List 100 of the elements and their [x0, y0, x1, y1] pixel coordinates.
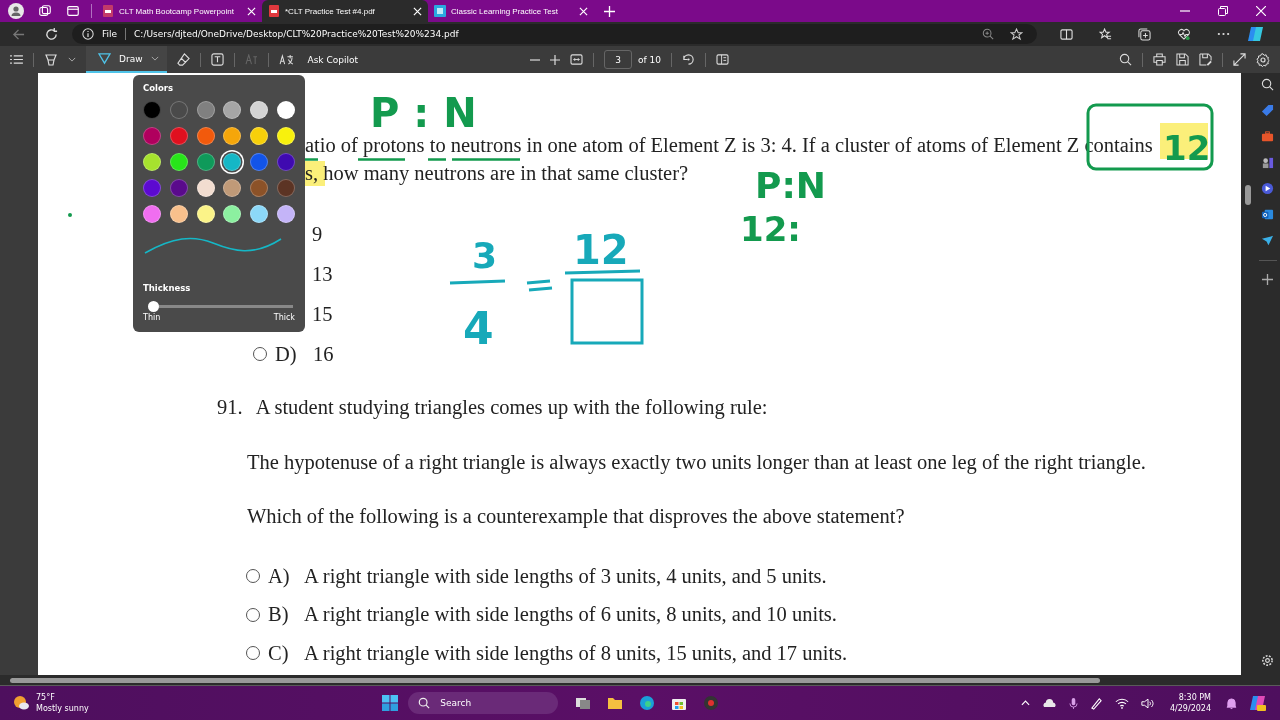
- page-number-field[interactable]: 3: [604, 50, 632, 69]
- copilot-icon[interactable]: [1247, 25, 1265, 43]
- wifi-icon[interactable]: [1114, 697, 1129, 709]
- browser-icon[interactable]: [639, 695, 656, 711]
- chevron-down-icon[interactable]: [68, 57, 76, 62]
- restore-icon[interactable]: [1218, 6, 1228, 16]
- add-icon[interactable]: [1262, 274, 1273, 285]
- color-swatch[interactable]: [250, 179, 269, 197]
- chevron-up-icon[interactable]: [1020, 700, 1030, 706]
- close-icon[interactable]: [413, 6, 422, 16]
- health-icon[interactable]: [1177, 27, 1191, 41]
- weather-icon[interactable]: [12, 695, 30, 711]
- toolbox-icon[interactable]: [1261, 130, 1274, 143]
- color-swatch[interactable]: [169, 101, 188, 119]
- collections-icon[interactable]: [1138, 27, 1151, 41]
- color-swatch[interactable]: [223, 101, 242, 119]
- color-swatch[interactable]: [250, 101, 269, 119]
- color-swatch[interactable]: [277, 101, 295, 119]
- color-swatch[interactable]: [196, 179, 215, 197]
- translate-icon[interactable]: [278, 54, 294, 65]
- play-circle-icon[interactable]: [1261, 182, 1274, 195]
- color-swatch[interactable]: [223, 127, 242, 145]
- rotate-icon[interactable]: [682, 53, 695, 66]
- close-icon[interactable]: [247, 6, 256, 16]
- color-swatch[interactable]: [169, 205, 188, 223]
- search-icon[interactable]: [1261, 78, 1274, 91]
- color-swatch[interactable]: [277, 205, 295, 223]
- color-swatch[interactable]: [143, 179, 161, 197]
- workspaces-icon[interactable]: [38, 4, 52, 18]
- color-swatch[interactable]: [250, 153, 269, 171]
- pen-icon[interactable]: [1089, 696, 1103, 710]
- copilot-icon[interactable]: [1249, 694, 1267, 712]
- microphone-icon[interactable]: [1068, 696, 1078, 710]
- cloud-icon[interactable]: [1041, 698, 1057, 708]
- contents-icon[interactable]: [10, 54, 23, 65]
- eraser-icon[interactable]: [176, 53, 190, 66]
- settings-icon[interactable]: [1261, 654, 1274, 667]
- search-icon: [418, 697, 431, 709]
- color-swatch[interactable]: [277, 179, 295, 197]
- color-swatch[interactable]: [143, 205, 161, 223]
- folder-icon[interactable]: [607, 695, 624, 711]
- settings-icon[interactable]: [1256, 52, 1270, 67]
- task-view-icon[interactable]: [575, 695, 592, 711]
- save-icon[interactable]: [1176, 53, 1189, 66]
- color-swatch[interactable]: [196, 101, 215, 119]
- color-swatch[interactable]: [223, 153, 242, 171]
- ask-copilot-button[interactable]: Ask Copilot: [303, 51, 362, 68]
- color-swatch[interactable]: [223, 205, 242, 223]
- color-swatch[interactable]: [143, 127, 161, 145]
- close-icon[interactable]: [1256, 6, 1266, 16]
- favorites-icon[interactable]: [1099, 27, 1112, 41]
- chess-icon[interactable]: [1261, 156, 1274, 169]
- clock-time[interactable]: 8:30 PM: [1178, 692, 1211, 703]
- color-swatch[interactable]: [223, 179, 242, 197]
- color-swatch[interactable]: [196, 127, 215, 145]
- color-swatch[interactable]: [277, 127, 295, 145]
- fullscreen-icon[interactable]: [1233, 53, 1246, 66]
- star-icon[interactable]: [1010, 27, 1023, 41]
- draw-button[interactable]: Draw: [86, 46, 167, 73]
- split-screen-icon[interactable]: [1060, 27, 1073, 41]
- back-icon[interactable]: [12, 27, 25, 41]
- tab-actions-icon[interactable]: [66, 4, 80, 18]
- save-as-icon[interactable]: [1199, 53, 1212, 66]
- color-swatch[interactable]: [196, 205, 215, 223]
- profile-icon[interactable]: [8, 3, 24, 19]
- print-icon[interactable]: [1153, 53, 1166, 66]
- text-box-icon[interactable]: [210, 53, 224, 66]
- speaker-icon[interactable]: [1140, 697, 1155, 709]
- color-swatch[interactable]: [169, 179, 188, 197]
- close-icon[interactable]: [579, 6, 588, 16]
- page-view-icon[interactable]: [716, 54, 729, 65]
- zoom-in-icon[interactable]: [550, 54, 560, 65]
- clock-date[interactable]: 4/29/2024: [1169, 703, 1211, 714]
- color-swatch[interactable]: [143, 101, 161, 119]
- color-swatch[interactable]: [196, 153, 215, 171]
- bell-icon[interactable]: [1226, 696, 1237, 710]
- start-icon[interactable]: [382, 695, 399, 711]
- color-swatch[interactable]: [277, 153, 295, 171]
- color-swatch[interactable]: [250, 205, 269, 223]
- send-icon[interactable]: [1261, 234, 1274, 247]
- mail-icon[interactable]: [1261, 208, 1274, 221]
- color-swatch[interactable]: [169, 127, 188, 145]
- zoom-icon[interactable]: [982, 28, 994, 40]
- temperature-text: 75°F: [36, 692, 56, 703]
- browser-tab[interactable]: *CLT Practice Test #4.pdf: [262, 0, 428, 22]
- refresh-icon[interactable]: [45, 27, 58, 41]
- tag-icon[interactable]: [1261, 104, 1274, 117]
- fit-page-icon[interactable]: [570, 54, 583, 65]
- taskbar-search-field[interactable]: Search: [408, 692, 559, 714]
- browser-tab[interactable]: CLT Math Bootcamp Powerpoint: [96, 0, 262, 22]
- browser-tab[interactable]: Classic Learning Practice Test: [428, 0, 594, 22]
- color-swatch[interactable]: [143, 153, 161, 171]
- search-icon[interactable]: [1119, 53, 1132, 66]
- color-swatch[interactable]: [169, 153, 188, 171]
- more-icon[interactable]: [1217, 32, 1230, 36]
- color-swatch[interactable]: [250, 127, 269, 145]
- recorder-icon[interactable]: [703, 695, 720, 711]
- new-tab-icon[interactable]: [604, 5, 615, 17]
- address-field[interactable]: File C:/Users/djted/OneDrive/Desktop/CLT%20Practice%20Test%20%234.pdf: [72, 24, 1037, 44]
- highlighter-icon[interactable]: [44, 52, 58, 67]
